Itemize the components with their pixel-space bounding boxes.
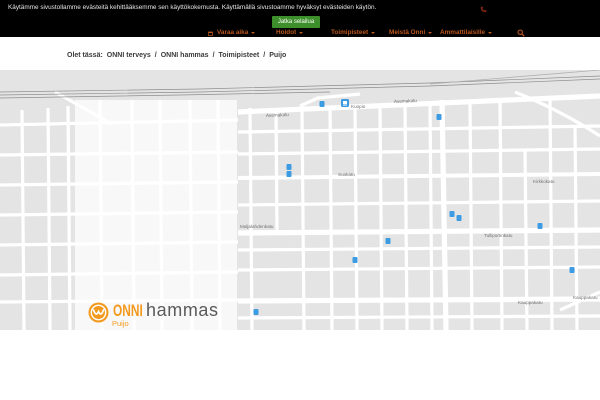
street-label: Maljalahdenkatu: [240, 224, 274, 229]
bus-stop-icon[interactable]: [319, 101, 325, 107]
nav-item-toimipisteet[interactable]: Toimipisteet: [331, 29, 376, 37]
street-label: Kauppakatu: [573, 295, 598, 300]
bus-stop-icon[interactable]: [456, 215, 462, 221]
nav-item-ammattilaisille[interactable]: Ammattilaisille: [440, 29, 493, 37]
breadcrumb-link-onni-hammas[interactable]: ONNI hammas: [161, 51, 209, 60]
street-label: Tulliportinkatu: [484, 233, 513, 238]
breadcrumb-current: Puijo: [269, 52, 287, 59]
street-label: Kuopio: [351, 104, 366, 109]
street-label: Suokatu: [338, 172, 355, 177]
bus-stop-icon[interactable]: [449, 211, 455, 217]
cookie-banner-message: Käytämme sivustollamme evästeitä kehittä…: [8, 4, 377, 11]
breadcrumb-link-onni-terveys[interactable]: ONNI terveys: [107, 51, 151, 60]
chevron-down-icon: [428, 32, 433, 34]
nav-item-label: Ammattilaisille: [440, 29, 486, 36]
chevron-down-icon: [371, 32, 376, 34]
train-station-icon[interactable]: [341, 99, 349, 107]
phone-icon[interactable]: [480, 6, 487, 13]
onni-logo-icon: [88, 302, 109, 323]
nav-item-hoidot[interactable]: Hoidot: [276, 29, 304, 37]
bus-stop-icon[interactable]: [436, 114, 442, 120]
bus-stop-icon[interactable]: [569, 267, 575, 273]
breadcrumb-separator: /: [154, 52, 157, 59]
accept-cookies-button[interactable]: Jatka selailua: [272, 16, 320, 28]
nav-item-label: Toimipisteet: [331, 29, 369, 36]
nav-item-varaa-aika[interactable]: Varaa aika: [208, 29, 256, 37]
breadcrumb-separator: /: [212, 52, 215, 59]
bus-stop-icon[interactable]: [286, 171, 292, 177]
top-bar: Käytämme sivustollamme evästeitä kehittä…: [0, 0, 600, 37]
calendar-icon: [208, 31, 213, 36]
nav-item-label: Hoidot: [276, 29, 297, 36]
logo-brand: ONNI: [113, 301, 143, 320]
location-overlay-panel: [75, 100, 237, 330]
nav-item-meista-onni[interactable]: Meistä Onni: [389, 29, 433, 37]
location-name: Puijo: [112, 319, 129, 328]
chevron-down-icon: [251, 32, 256, 34]
breadcrumb-link-toimipisteet[interactable]: Toimipisteet: [219, 51, 260, 60]
breadcrumb-prefix: Olet tässä:: [67, 52, 103, 59]
street-label: Kauppakatu: [518, 300, 543, 305]
chevron-down-icon: [488, 32, 493, 34]
breadcrumb: Olet tässä: ONNI terveys / ONNI hammas /…: [67, 51, 290, 60]
nav-item-label: Meistä Onni: [389, 29, 426, 36]
bus-stop-icon[interactable]: [385, 238, 391, 244]
logo-product: hammas: [146, 300, 219, 320]
bus-stop-icon[interactable]: [286, 164, 292, 170]
nav-item-label: Varaa aika: [217, 29, 249, 36]
street-label: Asemakatu: [394, 98, 418, 104]
street-label: Asemakatu: [266, 112, 290, 118]
bus-stop-icon[interactable]: [352, 257, 358, 263]
chevron-down-icon: [299, 32, 304, 34]
search-icon[interactable]: [517, 29, 525, 37]
street-label: Kirkkokatu: [533, 179, 555, 184]
breadcrumb-separator: /: [263, 52, 266, 59]
bus-stop-icon[interactable]: [537, 223, 543, 229]
bus-stop-icon[interactable]: [253, 309, 259, 315]
